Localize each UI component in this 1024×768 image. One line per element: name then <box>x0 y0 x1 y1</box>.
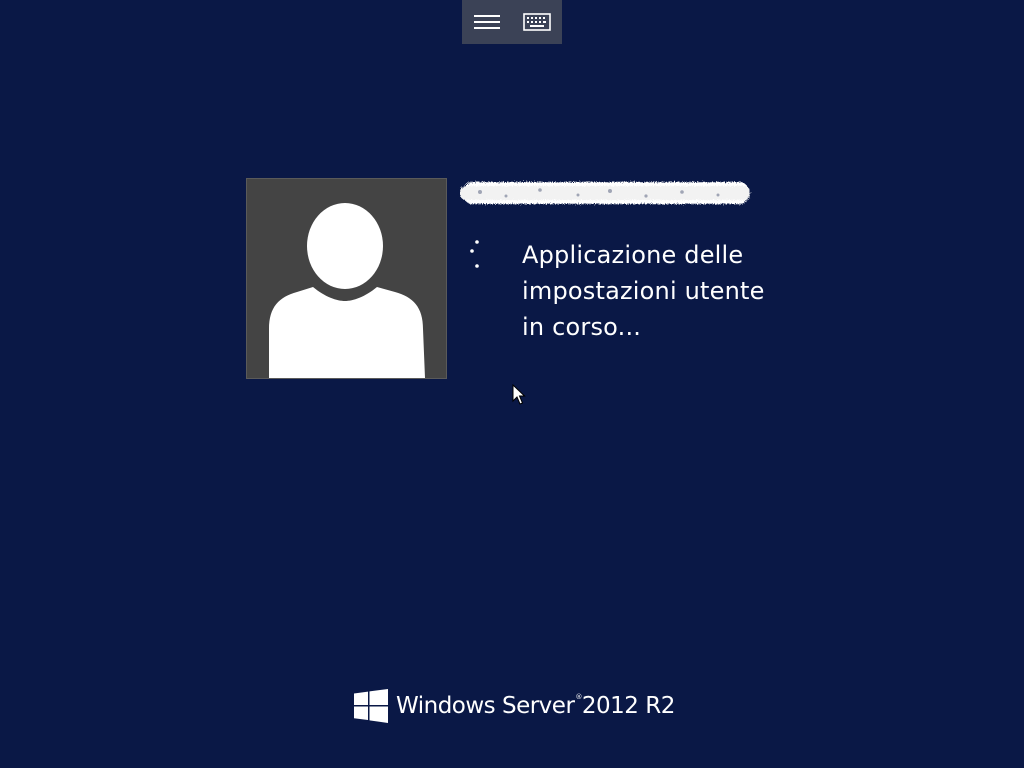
redacted-username <box>460 182 750 204</box>
top-toolbar <box>462 0 562 44</box>
product-name-text: Windows Server®2012 R2 <box>396 693 675 719</box>
user-avatar <box>246 178 447 379</box>
windows-logo-icon <box>354 689 388 723</box>
lock-screen: Applicazione delle impostazioni utente i… <box>0 0 1024 768</box>
product-branding: Windows Server®2012 R2 <box>354 688 675 724</box>
hamburger-menu-icon <box>474 15 500 29</box>
product-name: Windows Server <box>396 693 575 719</box>
ease-of-access-button[interactable] <box>462 0 512 44</box>
mouse-cursor-icon <box>512 384 526 405</box>
keyboard-button[interactable] <box>512 0 562 44</box>
status-message: Applicazione delle impostazioni utente i… <box>522 241 765 341</box>
default-user-avatar-icon <box>269 203 425 378</box>
product-version: 2012 R2 <box>581 693 675 719</box>
keyboard-icon <box>523 13 551 31</box>
loading-spinner-icon <box>470 240 479 268</box>
